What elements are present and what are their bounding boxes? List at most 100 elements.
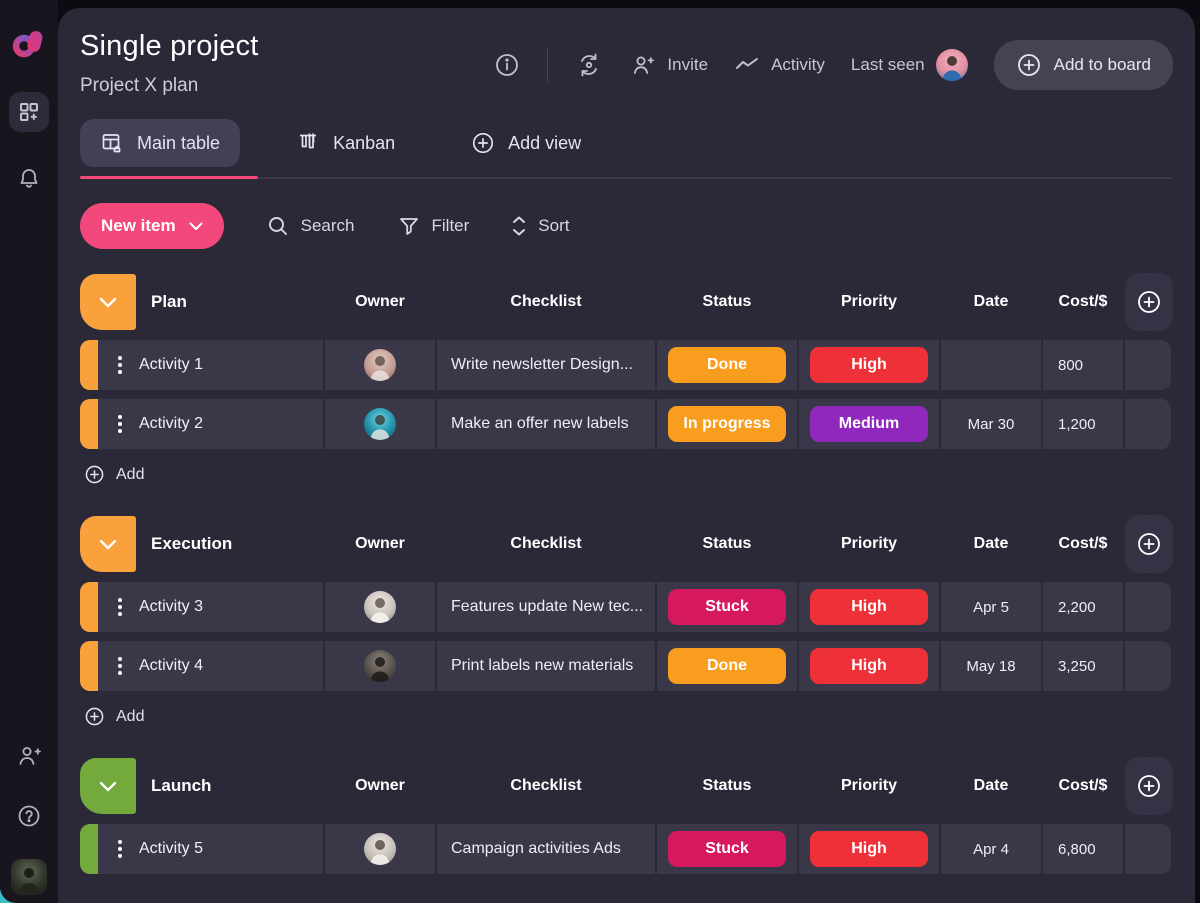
status-badge[interactable]: In progress: [668, 406, 786, 442]
group-name[interactable]: Plan: [151, 292, 187, 312]
cost-cell[interactable]: 6,800: [1043, 824, 1123, 874]
add-column-button[interactable]: [1125, 757, 1173, 815]
page-subtitle: Project X plan: [80, 75, 259, 97]
row-menu-icon[interactable]: [118, 415, 122, 433]
column-header-owner[interactable]: Owner: [325, 293, 435, 311]
date-cell[interactable]: Apr 4: [941, 824, 1041, 874]
group-header: Execution Owner Checklist Status Priorit…: [80, 515, 1173, 573]
row-menu-icon[interactable]: [118, 598, 122, 616]
app-logo[interactable]: [11, 26, 47, 62]
person-photo: [11, 859, 47, 895]
owner-cell[interactable]: [325, 641, 435, 691]
status-badge[interactable]: Stuck: [668, 831, 786, 867]
add-column-button[interactable]: [1125, 273, 1173, 331]
tab-main-table[interactable]: Main table: [80, 119, 240, 167]
user-avatar[interactable]: [11, 859, 47, 895]
owner-cell[interactable]: [325, 340, 435, 390]
table-row[interactable]: Activity 5 Campaign activities Ads Stuck: [80, 824, 1173, 874]
owner-cell[interactable]: [325, 582, 435, 632]
cost-cell[interactable]: 3,250: [1043, 641, 1123, 691]
column-header-checklist[interactable]: Checklist: [437, 777, 655, 795]
row-menu-icon[interactable]: [118, 356, 122, 374]
collapse-group-button[interactable]: [80, 274, 136, 330]
column-header-cost[interactable]: Cost/$: [1043, 293, 1123, 311]
checklist-cell[interactable]: Write newsletter Design...: [437, 340, 655, 390]
add-item-button[interactable]: Add: [84, 706, 144, 727]
notifications-button[interactable]: [17, 166, 41, 190]
column-header-cost[interactable]: Cost/$: [1043, 777, 1123, 795]
column-header-status[interactable]: Status: [657, 293, 797, 311]
table-row[interactable]: Activity 4 Print labels new materials Do…: [80, 641, 1173, 691]
column-header-status[interactable]: Status: [657, 535, 797, 553]
owner-cell[interactable]: [325, 399, 435, 449]
tab-add-view[interactable]: Add view: [451, 119, 601, 167]
checklist-cell[interactable]: Features update New tec...: [437, 582, 655, 632]
invite-sidebar-button[interactable]: [16, 743, 42, 769]
date-cell[interactable]: Apr 5: [941, 582, 1041, 632]
tab-kanban[interactable]: Kanban: [276, 119, 415, 167]
priority-badge[interactable]: Medium: [810, 406, 928, 442]
collapse-group-button[interactable]: [80, 758, 136, 814]
tab-underline: [80, 177, 1173, 179]
search-button[interactable]: Search: [266, 214, 355, 238]
row-menu-icon[interactable]: [118, 657, 122, 675]
checklist-cell[interactable]: Campaign activities Ads: [437, 824, 655, 874]
table-row[interactable]: Activity 1 Write newsletter Design... Do…: [80, 340, 1173, 390]
column-header-checklist[interactable]: Checklist: [437, 535, 655, 553]
status-badge[interactable]: Done: [668, 648, 786, 684]
column-header-priority[interactable]: Priority: [799, 777, 939, 795]
cost-cell[interactable]: 800: [1043, 340, 1123, 390]
column-header-date[interactable]: Date: [941, 535, 1041, 553]
search-icon: [266, 214, 290, 238]
filter-button[interactable]: Filter: [397, 214, 470, 238]
priority-cell: High: [799, 340, 939, 390]
boards-button[interactable]: [9, 92, 49, 132]
column-header-date[interactable]: Date: [941, 293, 1041, 311]
item-name[interactable]: Activity 3: [139, 598, 203, 616]
cost-cell[interactable]: 2,200: [1043, 582, 1123, 632]
column-header-checklist[interactable]: Checklist: [437, 293, 655, 311]
column-header-cost[interactable]: Cost/$: [1043, 535, 1123, 553]
column-header-priority[interactable]: Priority: [799, 293, 939, 311]
activity-button[interactable]: Activity: [734, 52, 825, 78]
owner-cell[interactable]: [325, 824, 435, 874]
date-cell[interactable]: [941, 340, 1041, 390]
collapse-group-button[interactable]: [80, 516, 136, 572]
add-to-board-button[interactable]: Add to board: [994, 40, 1173, 90]
checklist-cell[interactable]: Print labels new materials: [437, 641, 655, 691]
sort-button[interactable]: Sort: [511, 215, 569, 237]
new-item-button[interactable]: New item: [80, 203, 224, 249]
item-name[interactable]: Activity 4: [139, 657, 203, 675]
status-badge[interactable]: Stuck: [668, 589, 786, 625]
cost-cell[interactable]: 1,200: [1043, 399, 1123, 449]
item-name[interactable]: Activity 2: [139, 415, 203, 433]
column-header-priority[interactable]: Priority: [799, 535, 939, 553]
column-header-date[interactable]: Date: [941, 777, 1041, 795]
column-header-status[interactable]: Status: [657, 777, 797, 795]
info-button[interactable]: [493, 51, 521, 79]
group-name[interactable]: Launch: [151, 776, 211, 796]
item-name[interactable]: Activity 5: [139, 840, 203, 858]
table-row[interactable]: Activity 3 Features update New tec... St…: [80, 582, 1173, 632]
sync-button[interactable]: [574, 50, 604, 80]
table-row[interactable]: Activity 2 Make an offer new labels In p…: [80, 399, 1173, 449]
priority-badge[interactable]: High: [810, 831, 928, 867]
priority-badge[interactable]: High: [810, 648, 928, 684]
priority-badge[interactable]: High: [810, 347, 928, 383]
help-button[interactable]: [16, 803, 42, 829]
status-cell: Done: [657, 641, 797, 691]
date-cell[interactable]: Mar 30: [941, 399, 1041, 449]
row-menu-icon[interactable]: [118, 840, 122, 858]
group-name[interactable]: Execution: [151, 534, 232, 554]
status-badge[interactable]: Done: [668, 347, 786, 383]
date-cell[interactable]: May 18: [941, 641, 1041, 691]
item-name[interactable]: Activity 1: [139, 356, 203, 374]
add-item-button[interactable]: Add: [84, 464, 144, 485]
last-seen[interactable]: Last seen: [851, 49, 968, 81]
priority-badge[interactable]: High: [810, 589, 928, 625]
column-header-owner[interactable]: Owner: [325, 777, 435, 795]
add-column-button[interactable]: [1125, 515, 1173, 573]
invite-button[interactable]: Invite: [630, 52, 708, 78]
column-header-owner[interactable]: Owner: [325, 535, 435, 553]
checklist-cell[interactable]: Make an offer new labels: [437, 399, 655, 449]
